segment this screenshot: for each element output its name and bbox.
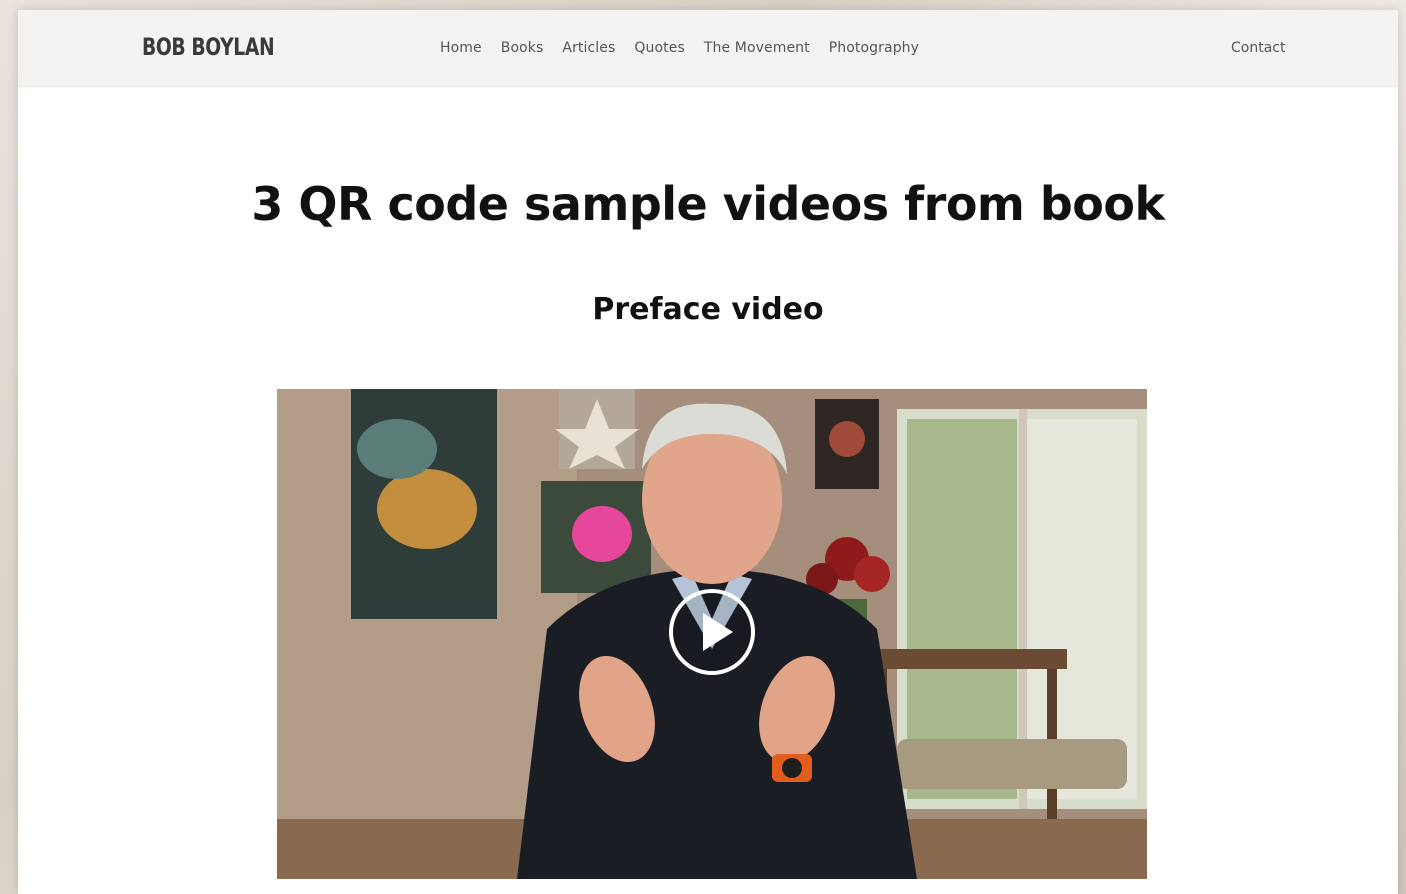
section-title: Preface video <box>592 292 824 327</box>
site-header: BOB BOYLAN Home Books Articles Quotes Th… <box>18 10 1398 87</box>
nav-link-photography[interactable]: Photography <box>829 38 919 58</box>
nav-link-books[interactable]: Books <box>501 38 544 58</box>
play-button[interactable] <box>669 589 755 675</box>
video-player[interactable] <box>277 389 1147 879</box>
nav-link-contact[interactable]: Contact <box>1231 38 1285 58</box>
nav-link-home[interactable]: Home <box>440 38 482 58</box>
nav-link-quotes[interactable]: Quotes <box>634 38 684 58</box>
page: BOB BOYLAN Home Books Articles Quotes Th… <box>18 10 1398 894</box>
nav-link-the-movement[interactable]: The Movement <box>704 38 810 58</box>
page-title: 3 QR code sample videos from book <box>251 177 1165 231</box>
main-navigation: Home Books Articles Quotes The Movement … <box>440 38 938 58</box>
nav-link-articles[interactable]: Articles <box>562 38 615 58</box>
play-icon <box>703 613 733 651</box>
site-logo[interactable]: BOB BOYLAN <box>142 31 275 63</box>
